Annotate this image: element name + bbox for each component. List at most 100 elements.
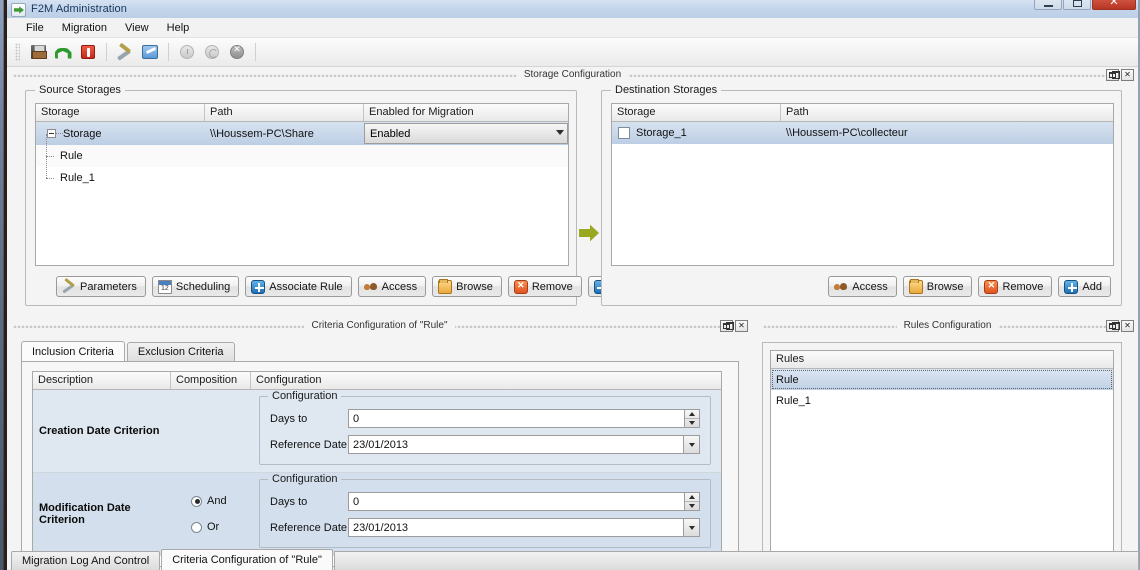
- source-rule1-cell: Rule_1: [36, 156, 205, 189]
- source-rule-name: Rule: [60, 150, 83, 162]
- title-bar: F2M Administration ✕: [7, 0, 1138, 18]
- radio-or-icon[interactable]: [191, 521, 202, 533]
- close-icon: ✕: [738, 321, 745, 330]
- reference-date-label: Reference Date: [270, 521, 348, 534]
- dest-add-button[interactable]: Add: [1058, 276, 1111, 297]
- parameters-button[interactable]: Parameters: [56, 276, 146, 297]
- tab-inclusion-criteria[interactable]: Inclusion Criteria: [21, 341, 125, 361]
- dest-remove-button[interactable]: Remove: [978, 276, 1053, 297]
- rules-dock-close-button[interactable]: ✕: [1121, 320, 1134, 332]
- toolbar-refresh-button[interactable]: [201, 41, 223, 63]
- rules-list-header: Rules: [771, 351, 1113, 369]
- composition-and-option[interactable]: And: [191, 495, 251, 507]
- days-to-spinner[interactable]: [685, 409, 700, 428]
- days-to-spinner[interactable]: [685, 492, 700, 511]
- toolbar-save-button[interactable]: [27, 41, 49, 63]
- folder-icon: [438, 278, 453, 294]
- toolbar-grip[interactable]: [15, 43, 20, 61]
- plus-icon: [1064, 279, 1079, 294]
- bottom-tab-criteria-config[interactable]: Criteria Configuration of "Rule": [161, 549, 333, 570]
- configuration-group: Configuration Days to 0 Reference Date 2…: [259, 390, 711, 465]
- reference-date-dropdown-button[interactable]: [684, 518, 700, 537]
- source-access-button[interactable]: Access: [357, 276, 427, 297]
- reference-date-input[interactable]: 23/01/2013: [348, 518, 684, 537]
- dest-storage-checkbox[interactable]: [618, 127, 630, 139]
- reference-date-input[interactable]: 23/01/2013: [348, 435, 684, 454]
- chevron-up-icon: [689, 412, 695, 416]
- history-icon: [180, 45, 194, 59]
- spinner-down-button[interactable]: [685, 419, 699, 427]
- criteria-row[interactable]: Creation Date Criterion Configuration Da…: [33, 390, 721, 473]
- collapse-icon[interactable]: [47, 129, 56, 138]
- criteria-dock-close-button[interactable]: ✕: [735, 320, 748, 332]
- dest-col-storage: Storage: [612, 104, 781, 121]
- days-to-input[interactable]: 0: [348, 409, 685, 428]
- composition-or-option[interactable]: Or: [191, 521, 251, 533]
- configuration-legend: Configuration: [268, 390, 342, 402]
- spinner-up-button[interactable]: [685, 493, 699, 502]
- chevron-down-icon: [688, 442, 695, 447]
- spinner-up-button[interactable]: [685, 410, 699, 419]
- toolbar-cancel-button[interactable]: [226, 41, 248, 63]
- criteria-row[interactable]: Modification Date Criterion And Or Confi…: [33, 473, 721, 556]
- table-row[interactable]: Storage_1 \\Houssem-PC\collecteur: [612, 122, 1113, 144]
- days-to-input[interactable]: 0: [348, 492, 685, 511]
- criteria-tab-page: Description Composition Configuration Cr…: [21, 361, 739, 570]
- restore-icon: [1109, 322, 1120, 330]
- source-storage-name: Storage: [63, 127, 102, 140]
- toolbar-start-button[interactable]: [52, 41, 74, 63]
- dest-remove-label: Remove: [1002, 280, 1044, 293]
- toolbar-tools-button[interactable]: [114, 41, 136, 63]
- source-browse-label: Browse: [456, 280, 493, 293]
- tab-exclusion-label: Exclusion Criteria: [137, 346, 224, 358]
- tree-node: Storage: [41, 128, 102, 140]
- radio-and-icon[interactable]: [191, 495, 202, 507]
- reference-date-dropdown-button[interactable]: [684, 435, 700, 454]
- rule-label: Rule_1: [776, 394, 811, 407]
- close-button[interactable]: ✕: [1092, 0, 1136, 10]
- menu-item-migration[interactable]: Migration: [53, 20, 116, 36]
- cancel-icon: [230, 44, 244, 59]
- menu-item-view[interactable]: View: [116, 20, 158, 36]
- toolbar-history-button[interactable]: [176, 41, 198, 63]
- rules-dock-buttons: ✕: [1106, 320, 1134, 332]
- tab-exclusion-criteria[interactable]: Exclusion Criteria: [126, 342, 235, 361]
- list-item[interactable]: Rule: [771, 369, 1113, 390]
- maximize-button[interactable]: [1063, 0, 1091, 10]
- spinner-down-button[interactable]: [685, 502, 699, 510]
- storage-dock-restore-button[interactable]: [1106, 69, 1120, 81]
- bottom-tab-migration-log[interactable]: Migration Log And Control: [11, 551, 161, 570]
- scheduling-button[interactable]: Scheduling: [151, 276, 240, 297]
- remove-x-icon: [513, 279, 528, 294]
- source-remove-button[interactable]: Remove: [507, 276, 582, 297]
- bottom-tab-criteria-config-label: Criteria Configuration of "Rule": [172, 554, 322, 566]
- minimize-button[interactable]: [1034, 0, 1062, 10]
- criteria-table: Description Composition Configuration Cr…: [32, 371, 722, 567]
- criterion-composition: [171, 390, 251, 472]
- criterion-description: Creation Date Criterion: [39, 425, 160, 437]
- screen: F2M Administration ✕ File Migration View…: [0, 0, 1140, 570]
- enabled-for-migration-combo[interactable]: Enabled: [364, 123, 568, 144]
- rules-dock-restore-button[interactable]: [1106, 320, 1120, 332]
- destination-storages-table: Storage Path Storage_1 \\Houssem-PC\coll…: [611, 103, 1114, 266]
- toolbar-configure-button[interactable]: [139, 41, 161, 63]
- table-row[interactable]: Storage \\Houssem-PC\Share Enabled: [36, 122, 568, 145]
- storage-dock-close-button[interactable]: ✕: [1121, 69, 1134, 81]
- toolbar-stop-button[interactable]: [77, 41, 99, 63]
- chevron-down-icon: [689, 504, 695, 508]
- configure-icon: [142, 45, 158, 59]
- criteria-panel: Inclusion Criteria Exclusion Criteria De…: [21, 341, 739, 570]
- criteria-dock-restore-button[interactable]: [720, 320, 734, 332]
- configuration-legend: Configuration: [268, 473, 342, 485]
- rules-dock-header: Rules Configuration ✕: [757, 318, 1138, 333]
- dest-browse-button[interactable]: Browse: [902, 276, 973, 297]
- source-browse-button[interactable]: Browse: [432, 276, 502, 297]
- table-row[interactable]: Rule: [36, 134, 568, 167]
- menu-item-file[interactable]: File: [17, 20, 53, 36]
- table-row[interactable]: Rule_1: [36, 156, 568, 189]
- associate-rule-button[interactable]: Associate Rule: [245, 276, 352, 297]
- dest-access-button[interactable]: Access: [828, 276, 897, 297]
- reference-date-field-row: Reference Date 23/01/2013: [270, 435, 700, 454]
- menu-item-help[interactable]: Help: [158, 20, 199, 36]
- list-item[interactable]: Rule_1: [771, 390, 1113, 411]
